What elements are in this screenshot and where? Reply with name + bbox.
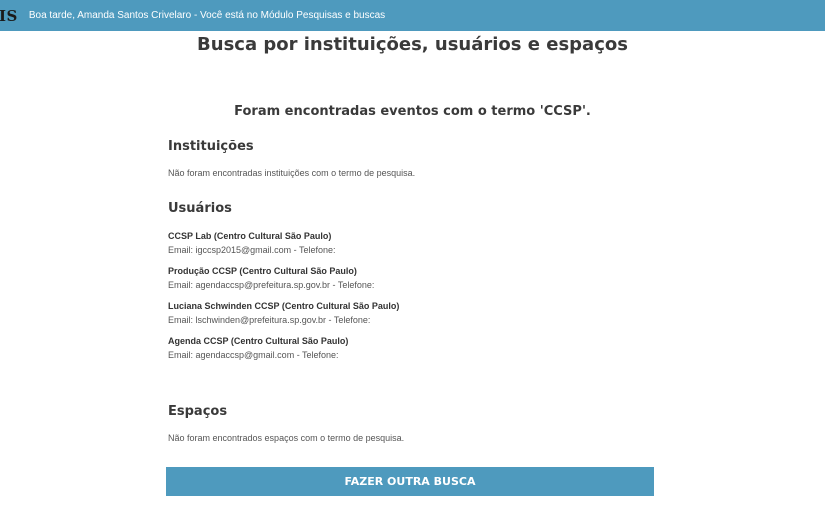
user-entry: Luciana Schwinden CCSP (Centro Cultural … <box>168 299 399 327</box>
user-contact: Email: igccsp2015@gmail.com - Telefone: <box>168 245 336 255</box>
search-again-button[interactable]: FAZER OUTRA BUSCA <box>166 467 654 496</box>
page-title: Busca por instituições, usuários e espaç… <box>197 34 628 55</box>
user-name: Agenda CCSP (Centro Cultural São Paulo) <box>168 336 349 346</box>
user-entry: CCSP Lab (Centro Cultural São Paulo) Ema… <box>168 229 336 257</box>
spaces-empty-note: Não foram encontrados espaços com o term… <box>168 433 405 443</box>
user-name: CCSP Lab (Centro Cultural São Paulo) <box>168 231 332 241</box>
user-entry: Produção CCSP (Centro Cultural São Paulo… <box>168 264 374 292</box>
user-contact: Email: agendaccsp@prefeitura.sp.gov.br -… <box>168 280 375 290</box>
user-entry: Agenda CCSP (Centro Cultural São Paulo) … <box>168 334 348 362</box>
user-contact: Email: agendaccsp@gmail.com - Telefone: <box>168 350 339 360</box>
user-name: Luciana Schwinden CCSP (Centro Cultural … <box>168 301 400 311</box>
user-name: Produção CCSP (Centro Cultural São Paulo… <box>168 266 357 276</box>
top-bar: IS Boa tarde, Amanda Santos Crivelaro - … <box>0 0 825 31</box>
app-logo[interactable]: IS <box>0 7 18 25</box>
greeting-text: Boa tarde, Amanda Santos Crivelaro - Voc… <box>28 10 386 21</box>
institutions-empty-note: Não foram encontradas instituições com o… <box>168 168 416 178</box>
result-summary: Foram encontradas eventos com o termo 'C… <box>234 104 591 119</box>
spaces-heading: Espaços <box>168 404 228 419</box>
user-contact: Email: lschwinden@prefeitura.sp.gov.br -… <box>168 315 371 325</box>
users-heading: Usuários <box>168 201 232 216</box>
institutions-heading: Instituições <box>168 139 254 154</box>
